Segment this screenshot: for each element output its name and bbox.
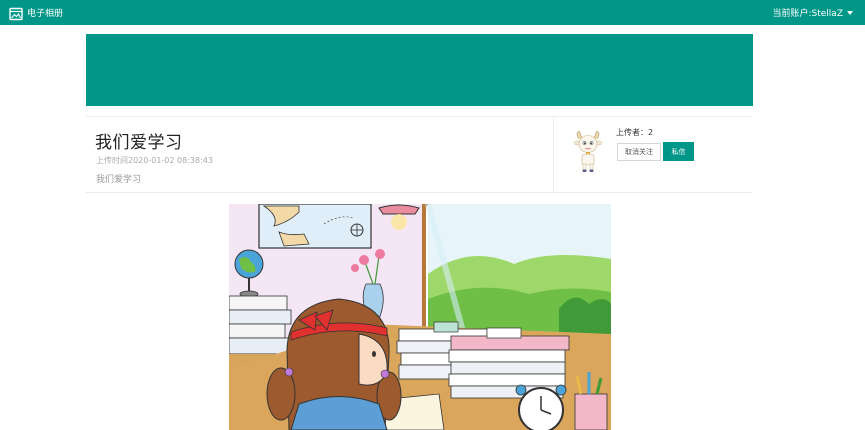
album-photo[interactable] — [229, 204, 611, 430]
brand-logo[interactable]: 电子相册 — [9, 4, 63, 21]
top-navbar: 电子相册 当前账户:StellaZ — [0, 0, 865, 25]
uploader-avatar[interactable] — [573, 129, 603, 173]
brand-text: 电子相册 — [27, 9, 64, 19]
unfollow-button[interactable]: 取消关注 — [617, 143, 661, 161]
message-button[interactable]: 私信 — [663, 142, 694, 161]
album-title: 我们爱学习 — [95, 133, 183, 153]
caret-down-icon — [847, 11, 853, 15]
uploader-label: 上传者：2 — [616, 128, 654, 137]
upload-time: 上传时间2020-01-02 08:38:43 — [96, 156, 213, 165]
account-menu[interactable]: 当前账户:StellaZ — [772, 6, 853, 19]
album-description: 我们爱学习 — [96, 175, 142, 185]
header-banner — [86, 34, 753, 106]
account-label: 当前账户:StellaZ — [772, 9, 844, 19]
album-info-panel: 我们爱学习 上传时间2020-01-02 08:38:43 我们爱学习 上传者：… — [86, 116, 753, 193]
album-icon — [9, 6, 23, 20]
album-details: 我们爱学习 上传时间2020-01-02 08:38:43 我们爱学习 — [86, 117, 554, 193]
